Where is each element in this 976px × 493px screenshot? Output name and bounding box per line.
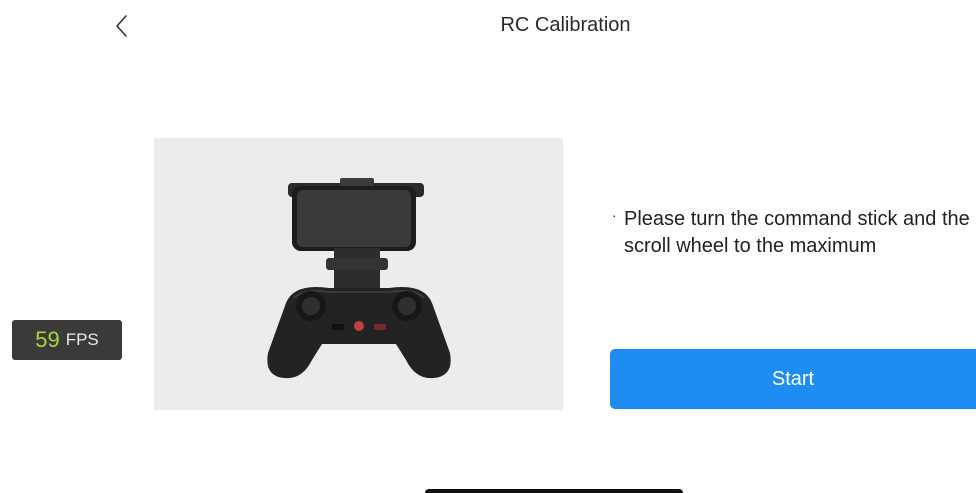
remote-controller-icon bbox=[267, 178, 451, 379]
start-button[interactable]: Start bbox=[610, 349, 976, 409]
instruction-text: Please turn the command stick and the sc… bbox=[624, 208, 970, 257]
calibration-instruction: · Please turn the command stick and the … bbox=[612, 206, 976, 260]
page-title: RC Calibration bbox=[500, 14, 631, 36]
controller-illustration bbox=[154, 138, 563, 410]
fps-value: 59 bbox=[35, 327, 60, 352]
fps-badge: 59 FPS bbox=[12, 320, 122, 360]
start-button-label: Start bbox=[771, 367, 815, 390]
rc-calibration-screen: RC Calibration 59 FPS · Please turn the … bbox=[0, 0, 976, 493]
fps-unit: FPS bbox=[65, 330, 99, 349]
home-indicator bbox=[425, 489, 683, 493]
bullet-icon: · bbox=[612, 207, 617, 223]
